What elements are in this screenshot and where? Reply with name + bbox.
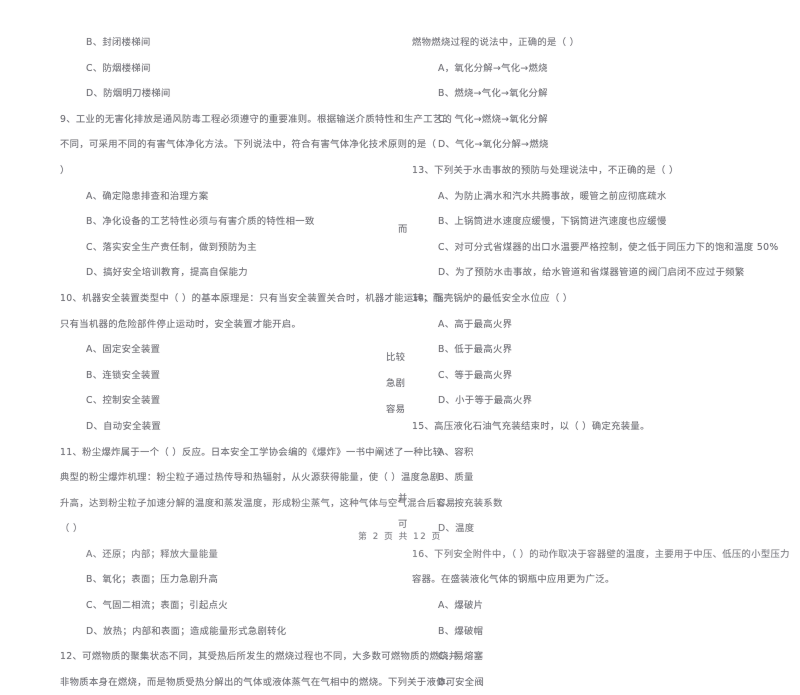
question-stem-cont: 升高，达到粉尘粒子加速分解的温度和蒸发温度，形成粉尘蒸气，这种气体与空气混合后容… [60,497,456,509]
option-item: B、封闭楼梯间 [86,37,151,48]
left-column: B、封闭楼梯间 C、防烟楼梯间 D、防烟明刀楼梯间 9、工业的无害化排放是通风防… [60,30,459,695]
option-item: A、固定安全装置 [86,344,161,356]
option-item: C、等于最高火界 [438,369,513,381]
option-item: C、气固二相流；表面；引起点火 [86,600,228,612]
option-item: A、为防止满水和汽水共腾事故，暖管之前应彻底疏水 [438,190,667,202]
question-stem-cont: 燃物燃烧过程的说法中，正确的是（ ） [412,37,580,48]
option-item: C、对可分式省煤器的出口水温要严格控制，使之低于同压力下的饱和温度 50% [438,241,779,253]
question-stem-cont: ） [60,164,70,176]
option-item: B、氧化；表面；压力急剧升高 [86,574,219,586]
option-item: B、质量 [438,472,474,484]
option-item: C、易熔塞 [438,651,484,663]
option-item: A、还原；内部；释放大量能量 [86,548,219,560]
question-stem-cont: 只有当机器的危险部件停止运动时，安全装置才能开启。 [60,318,302,330]
option-item: C、落实安全生产责任制，做到预防为主 [86,241,257,253]
option-item: D、安全阀 [438,676,485,688]
overflow-text-fragment: 急剧 [386,378,406,389]
question-stem: 14、锅壳锅炉的最低安全水位应（ ） [412,292,573,304]
option-item: C、气化→燃烧→氧化分解 [438,113,548,125]
question-12: 12、可燃物质的聚集状态不同，其受热后所发生的燃烧过程也不同，大多数可燃物质的燃… [60,644,459,695]
question-stem: 9、工业的无害化排放是通风防毒工程必须遵守的重要准则。根据输送介质特性和生产工艺… [60,113,453,125]
option-item: B、净化设备的工艺特性必须与有害介质的特性相一致 [86,216,315,228]
option-item: B、低于最高火界 [438,344,513,356]
option-item: B、燃烧→气化→氧化分解 [438,88,548,100]
right-column: 燃物燃烧过程的说法中，正确的是（ ） A，氧化分解→气化→燃烧 B、燃烧→气化→… [412,30,790,695]
scanned-page: B、封闭楼梯间 C、防烟楼梯间 D、防烟明刀楼梯间 9、工业的无害化排放是通风防… [0,0,800,688]
page-footer: 第 2 页 共 12 页 [358,532,442,542]
question-8-tail-options: B、封闭楼梯间 C、防烟楼梯间 D、防烟明刀楼梯间 [60,30,412,107]
question-15: 15、高压液化石油气充装结束时，以（ ）确定充装量。 A、容积 B、质量 C、按… [412,414,772,542]
option-item: A、容积 [438,446,474,458]
question-stem: 13、下列关于水击事故的预防与处理说法中，不正确的是（ ） [412,164,679,176]
overflow-text-fragment: 容易 [386,404,406,415]
question-stem: 12、可燃物质的聚集状态不同，其受热后所发生的燃烧过程也不同，大多数可燃物质的燃… [60,651,459,663]
option-item: D、小于等于最高火界 [438,395,533,407]
overflow-text-fragment: 而 [398,224,408,235]
question-stem-cont: 不同，可采用不同的有害气体净化方法。下列说法中，符合有害气体净化技术原则的是（ [60,139,437,151]
option-item: C、控制安全装置 [86,395,161,407]
option-item: A、确定隐患排查和治理方案 [86,190,209,202]
option-item: D、防烟明刀楼梯间 [86,88,171,100]
overflow-text-fragment: 比较 [386,352,406,363]
option-item: C、按充装系数 [438,497,503,509]
option-item: B、上锅筒进水速度应缓慢，下锅筒进汽速度也应缓慢 [438,216,667,228]
option-item: D、气化→氧化分解→燃烧 [438,139,549,151]
question-12-continued: 燃物燃烧过程的说法中，正确的是（ ） A，氧化分解→气化→燃烧 B、燃烧→气化→… [412,30,772,158]
option-item: D、放热；内部和表面；造成能量形式急剧转化 [86,625,287,637]
question-stem-cont: 容器。在盛装液化气体的钢瓶中应用更为广泛。 [412,574,615,586]
question-stem: 16、下列安全附件中，（ ）的动作取决于容器壁的温度，主要用于中压、低压的小型压… [412,548,790,560]
question-14: 14、锅壳锅炉的最低安全水位应（ ） A、高于最高火界 B、低于最高火界 C、等… [412,286,772,414]
option-item: B、连锁安全装置 [86,369,161,381]
option-item: A、高于最高火界 [438,318,513,330]
overflow-text-fragment: 并 [398,493,408,504]
question-stem-cont: 典型的粉尘爆炸机理：粉尘粒子通过热传导和热辐射，从火源获得能量，使（ ）温度急剧 [60,472,440,484]
option-item: D、搞好安全培训教育，提高自保能力 [86,267,248,279]
question-stem: 15、高压液化石油气充装结束时，以（ ）确定充装量。 [412,420,650,432]
option-item: D、自动安全装置 [86,420,162,432]
option-item: B、爆破帽 [438,625,484,637]
question-stem: 11、粉尘爆炸属于一个（ ）反应。日本安全工学协会编的《爆炸》一书中阐述了一种比… [60,446,443,458]
option-item: A、爆破片 [438,600,484,612]
question-stem-cont: 非物质本身在燃烧，而是物质受热分解出的气体或液体蒸气在气相中的燃烧。下列关于液体… [60,676,456,688]
option-item: A，氧化分解→气化→燃烧 [438,62,548,74]
question-13: 13、下列关于水击事故的预防与处理说法中，不正确的是（ ） A、为防止满水和汽水… [412,158,779,286]
question-9: 9、工业的无害化排放是通风防毒工程必须遵守的重要准则。根据输送介质特性和生产工艺… [60,107,453,286]
option-item: C、防烟楼梯间 [86,62,151,74]
question-stem: 10、机器安全装置类型中（ ）的基本原理是：只有当安全装置关合时，机器才能运转；… [60,292,443,304]
question-10: 10、机器安全装置类型中（ ）的基本原理是：只有当安全装置关合时，机器才能运转；… [60,286,443,440]
option-item: D、为了预防水击事故，给水管道和省煤器管道的阀门启闭不应过于频繁 [438,267,745,279]
